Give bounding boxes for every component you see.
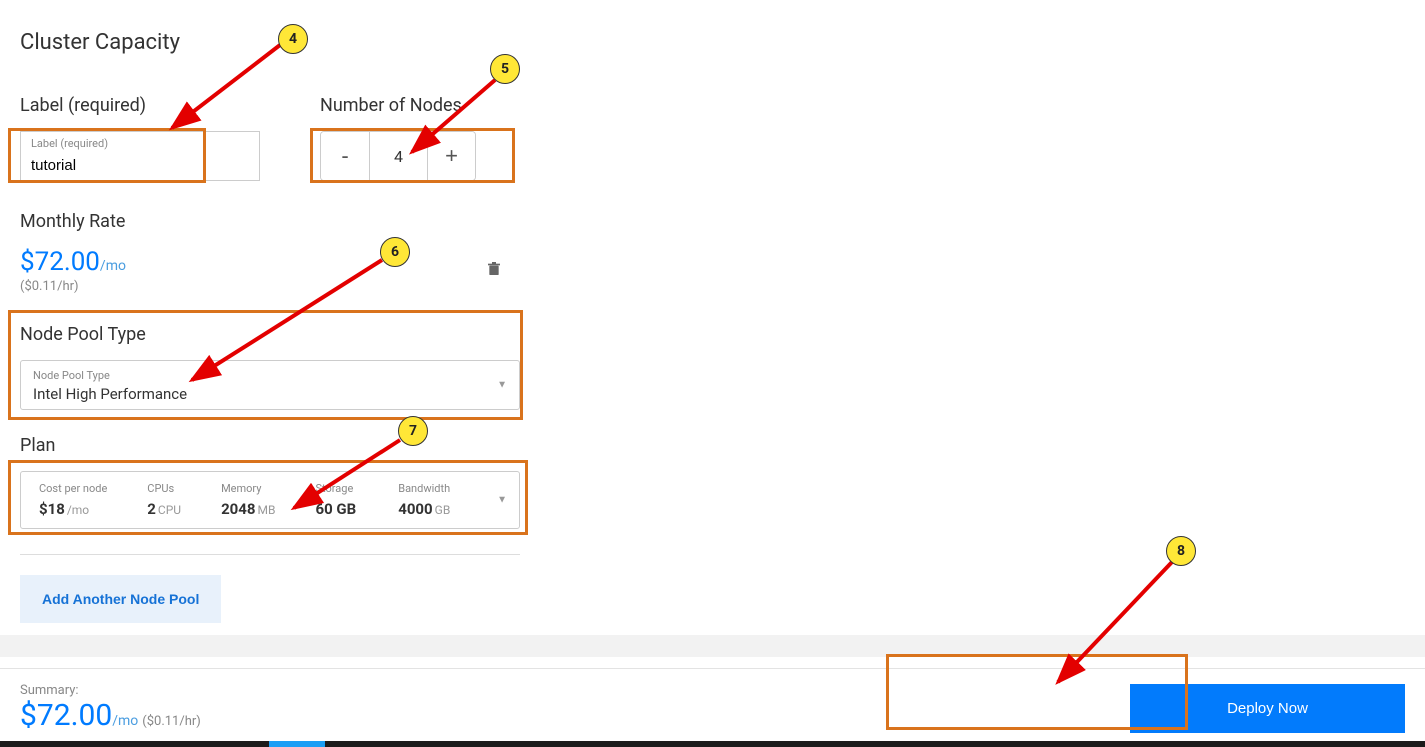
- annotation-badge-5: 5: [490, 54, 520, 84]
- pool-float: Node Pool Type: [33, 369, 489, 382]
- label-float: Label (required): [31, 137, 108, 150]
- plan-col-cost: Cost per node $18/mo: [39, 482, 107, 518]
- plan-col-bandwidth: Bandwidth 4000GB: [398, 482, 450, 518]
- pool-value: Intel High Performance: [33, 385, 187, 403]
- nodes-value[interactable]: 4: [369, 132, 427, 180]
- annotation-badge-4: 4: [278, 24, 308, 54]
- plan-col-memory: Memory 2048MB: [221, 482, 275, 518]
- summary-hr: ($0.11/hr): [142, 714, 201, 729]
- nodes-increment-button[interactable]: +: [427, 132, 475, 180]
- annotation-badge-6: 6: [380, 237, 410, 267]
- summary-label: Summary:: [20, 683, 201, 698]
- plan-heading: Plan: [20, 435, 520, 456]
- nodes-stepper: - 4 +: [320, 131, 476, 181]
- footer: Summary: $72.00/mo ($0.11/hr) Deploy Now: [0, 668, 1425, 747]
- bottom-bar: [0, 741, 1425, 747]
- chevron-down-icon: ▼: [497, 380, 507, 391]
- divider: [20, 554, 520, 555]
- plan-select[interactable]: Cost per node $18/mo CPUs 2CPU Memory 20…: [20, 471, 520, 529]
- annotation-badge-8: 8: [1166, 536, 1196, 566]
- monthly-price: $72.00: [20, 247, 100, 277]
- summary-price: $72.00: [20, 698, 112, 733]
- add-node-pool-button[interactable]: Add Another Node Pool: [20, 575, 221, 623]
- label-field-container[interactable]: Label (required): [20, 131, 260, 181]
- pool-type-select[interactable]: Node Pool Type Intel High Performance ▼: [20, 360, 520, 410]
- plan-col-cpus: CPUs 2CPU: [147, 482, 181, 518]
- nodes-decrement-button[interactable]: -: [321, 132, 369, 180]
- monthly-per: /mo: [100, 258, 126, 274]
- label-heading: Label (required): [20, 95, 260, 116]
- deploy-now-button[interactable]: Deploy Now: [1130, 684, 1405, 733]
- summary-per: /mo: [112, 713, 138, 729]
- monthly-heading: Monthly Rate: [20, 211, 1405, 232]
- trash-icon[interactable]: [486, 260, 502, 282]
- nodes-heading: Number of Nodes: [320, 95, 525, 116]
- annotation-badge-7: 7: [398, 416, 428, 446]
- label-input[interactable]: [31, 157, 259, 174]
- gray-strip: [0, 635, 1425, 657]
- page-title: Cluster Capacity: [20, 30, 1405, 55]
- monthly-hr: ($0.11/hr): [20, 279, 126, 294]
- plan-col-storage: Storage 60 GB: [315, 482, 358, 518]
- chevron-down-icon: ▼: [497, 495, 507, 506]
- pool-heading: Node Pool Type: [20, 324, 520, 345]
- monthly-rate: $72.00/mo ($0.11/hr): [20, 247, 126, 294]
